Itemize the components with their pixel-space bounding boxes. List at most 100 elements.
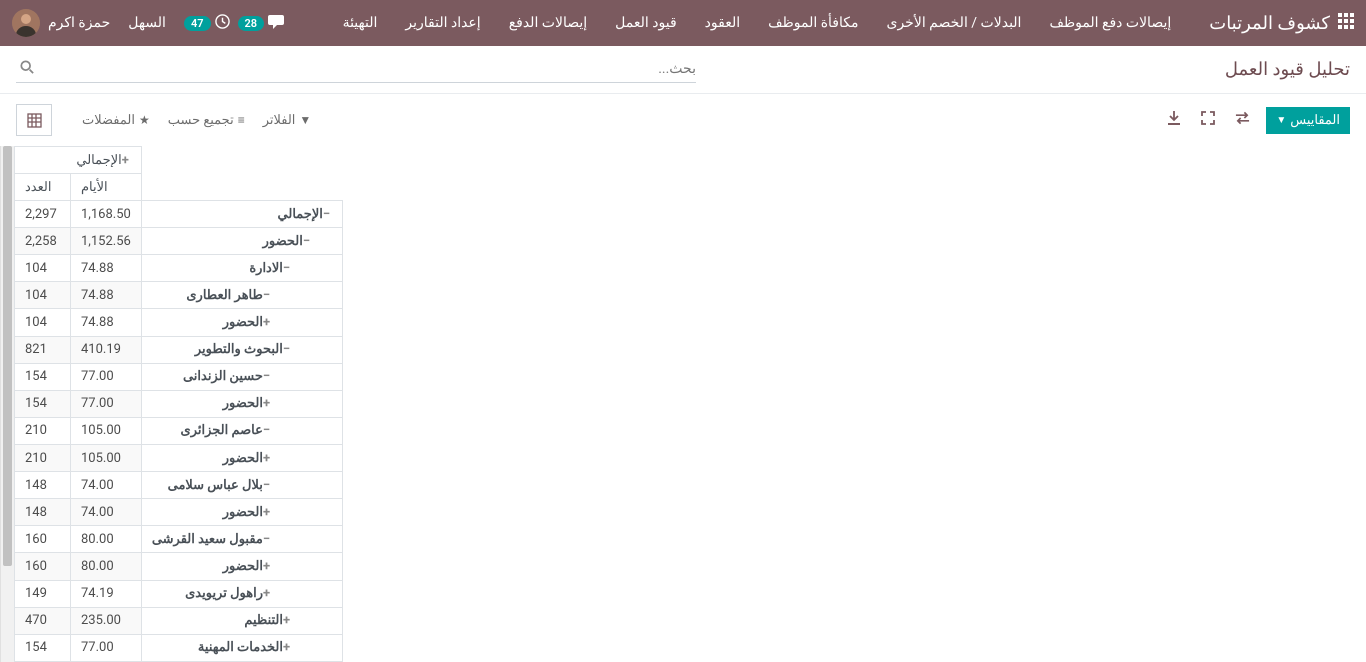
row-header[interactable]: −الادارة	[141, 255, 342, 282]
nav-item-allowances[interactable]: البدلات / الخصم الأخرى	[873, 0, 1036, 46]
search-box[interactable]	[16, 56, 696, 83]
flip-axis-icon[interactable]	[1231, 111, 1254, 129]
cell-count: 2,297	[15, 201, 71, 228]
subheader: تحليل قيود العمل	[0, 46, 1366, 94]
nav-item-payments[interactable]: إيصالات الدفع	[495, 0, 601, 46]
cell-count: 154	[15, 390, 71, 417]
search-input[interactable]	[34, 61, 696, 77]
chat-count: 28	[238, 16, 265, 31]
pivot-view-button[interactable]	[16, 104, 52, 136]
col-header-total[interactable]: +الإجمالي	[15, 147, 142, 174]
row-header[interactable]: +الحضور	[141, 553, 342, 580]
messaging-button[interactable]: 28	[238, 14, 285, 33]
table-row: +راهول تريويدى74.19149	[15, 580, 343, 607]
nav-item-reporting[interactable]: إعداد التقارير	[391, 0, 494, 46]
cell-days: 80.00	[71, 526, 142, 553]
toolbar-actions: المقاييس ▼	[1163, 107, 1350, 134]
cell-count: 160	[15, 526, 71, 553]
row-header[interactable]: −الحضور	[141, 228, 342, 255]
user-name: حمزة اكرم	[48, 15, 110, 31]
groupby-button[interactable]: ≡ تجميع حسب	[168, 113, 245, 128]
plus-icon: +	[283, 613, 290, 628]
row-header[interactable]: −مقبول سعيد القرشى	[141, 526, 342, 553]
cell-days: 105.00	[71, 417, 142, 444]
measures-label: المقاييس	[1290, 113, 1340, 128]
clock-icon	[215, 14, 230, 33]
star-icon: ★	[139, 113, 150, 127]
activity-button[interactable]: 47	[184, 14, 230, 33]
plus-icon: +	[263, 451, 270, 466]
row-header[interactable]: −عاصم الجزائرى	[141, 417, 342, 444]
company-selector[interactable]: السهل	[118, 0, 176, 46]
cell-count: 2,258	[15, 228, 71, 255]
cell-days: 74.88	[71, 255, 142, 282]
minus-icon: −	[263, 532, 270, 547]
user-menu[interactable]: حمزة اكرم	[12, 9, 110, 37]
page-title: تحليل قيود العمل	[1225, 59, 1350, 80]
row-header[interactable]: +التنظيم	[141, 607, 342, 634]
row-header[interactable]: +الحضور	[141, 499, 342, 526]
list-icon: ≡	[238, 113, 245, 127]
cell-count: 470	[15, 607, 71, 634]
cell-days: 235.00	[71, 607, 142, 634]
cell-days: 105.00	[71, 444, 142, 471]
download-icon[interactable]	[1163, 111, 1185, 129]
nav-item-payslips[interactable]: إيصالات دفع الموظف	[1035, 0, 1185, 46]
pivot-table: +الإجمالي الأيام العدد −الإجمالي1,168.50…	[14, 146, 343, 662]
row-header[interactable]: −حسين الزندانى	[141, 363, 342, 390]
content-area: +الإجمالي الأيام العدد −الإجمالي1,168.50…	[0, 146, 1366, 662]
table-row: +الحضور105.00210	[15, 444, 343, 471]
cell-days: 74.00	[71, 499, 142, 526]
row-header[interactable]: −الإجمالي	[141, 201, 342, 228]
apps-icon[interactable]	[1338, 13, 1354, 34]
table-row: +الحضور74.00148	[15, 499, 343, 526]
row-header[interactable]: +الحضور	[141, 444, 342, 471]
cell-days: 1,168.50	[71, 201, 142, 228]
row-header[interactable]: +الحضور	[141, 390, 342, 417]
table-row: −طاهر العطارى74.88104	[15, 282, 343, 309]
cell-days: 74.88	[71, 309, 142, 336]
row-header[interactable]: −طاهر العطارى	[141, 282, 342, 309]
minus-icon: −	[323, 207, 330, 222]
table-row: −الحضور1,152.562,258	[15, 228, 343, 255]
plus-icon: +	[263, 505, 270, 520]
nav-item-work-entries[interactable]: قيود العمل	[601, 0, 690, 46]
avatar	[12, 9, 40, 37]
plus-icon: +	[122, 153, 129, 168]
cell-days: 77.00	[71, 390, 142, 417]
cell-count: 210	[15, 444, 71, 471]
row-header[interactable]: −بلال عباس سلامى	[141, 472, 342, 499]
cell-days: 74.19	[71, 580, 142, 607]
favorites-button[interactable]: ★ المفضلات	[82, 113, 150, 128]
table-row: −بلال عباس سلامى74.00148	[15, 472, 343, 499]
expand-all-icon[interactable]	[1197, 111, 1219, 129]
nav-item-config[interactable]: التهيئة	[329, 0, 392, 46]
minus-icon: −	[263, 478, 270, 493]
cell-count: 104	[15, 255, 71, 282]
col-header-days[interactable]: الأيام	[71, 174, 142, 201]
top-navbar: كشوف المرتبات إيصالات دفع الموظف البدلات…	[0, 0, 1366, 46]
row-header[interactable]: −البحوث والتطوير	[141, 336, 342, 363]
row-header[interactable]: +الخدمات المهنية	[141, 634, 342, 661]
plus-icon: +	[263, 315, 270, 330]
cell-count: 160	[15, 553, 71, 580]
filters-button[interactable]: ▼ الفلاتر	[263, 113, 312, 128]
cell-count: 149	[15, 580, 71, 607]
measures-button[interactable]: المقاييس ▼	[1266, 107, 1350, 134]
row-header[interactable]: +راهول تريويدى	[141, 580, 342, 607]
chat-icon	[268, 14, 284, 33]
nav-right: 28 47 السهل حمزة اكرم	[12, 0, 284, 46]
search-icon[interactable]	[20, 60, 34, 78]
table-row: −الادارة74.88104	[15, 255, 343, 282]
nav-item-contracts[interactable]: العقود	[691, 0, 754, 46]
cell-count: 154	[15, 634, 71, 661]
row-header[interactable]: +الحضور	[141, 309, 342, 336]
app-title: كشوف المرتبات	[1209, 13, 1330, 34]
col-header-count[interactable]: العدد	[15, 174, 71, 201]
cell-days: 410.19	[71, 336, 142, 363]
scrollbar[interactable]	[0, 146, 14, 662]
table-row: −عاصم الجزائرى105.00210	[15, 417, 343, 444]
nav-item-bonus[interactable]: مكافأة الموظف	[754, 0, 872, 46]
minus-icon: −	[263, 423, 270, 438]
scrollbar-thumb[interactable]	[3, 146, 12, 566]
